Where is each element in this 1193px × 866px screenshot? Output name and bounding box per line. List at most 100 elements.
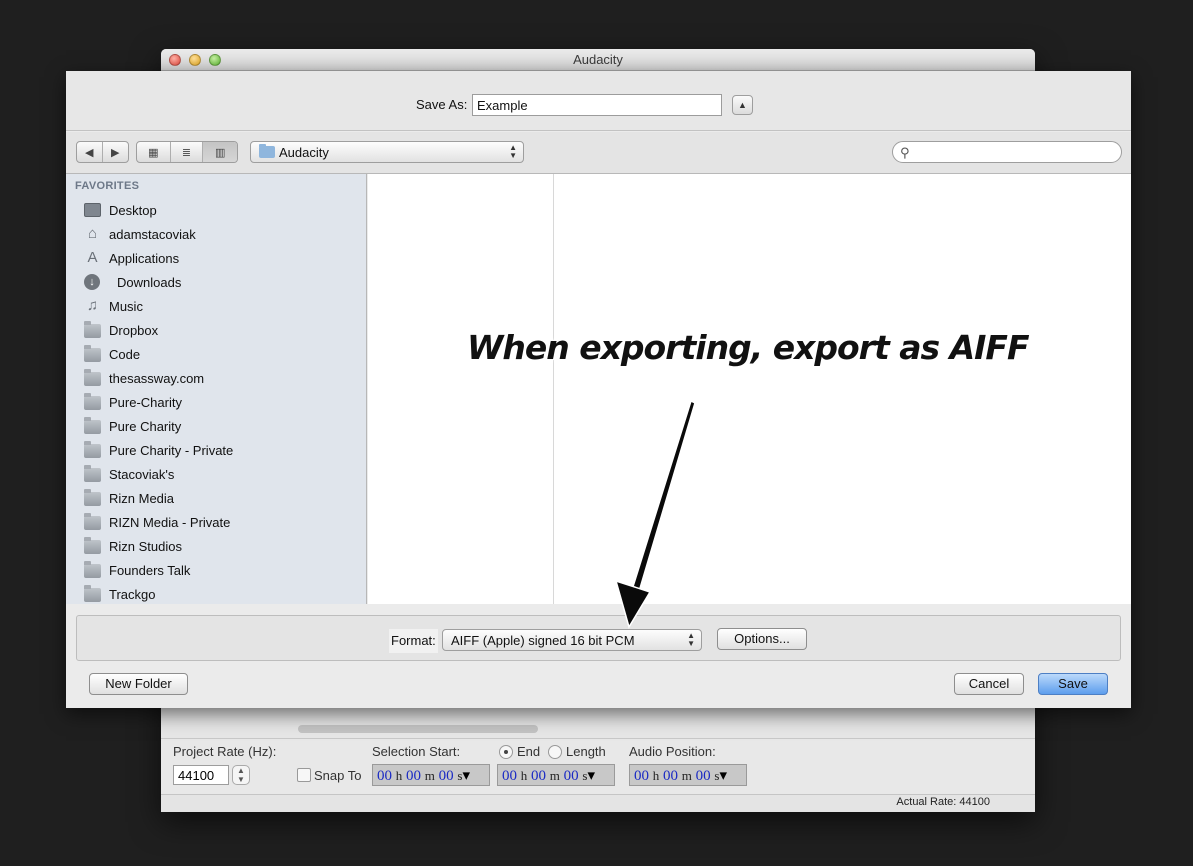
back-button[interactable]: ◀ <box>77 142 103 162</box>
search-field[interactable]: ⚲ <box>892 141 1122 163</box>
sidebar-item-label: Pure-Charity <box>109 394 182 410</box>
minimize-window-button[interactable] <box>189 54 201 66</box>
format-select[interactable]: AIFF (Apple) signed 16 bit PCM ▲ ▼ <box>442 629 702 651</box>
dialog-toolbar: ◀ ▶ ▦ ≣ ▥ Audacity ▲ ▼ ⚲ <box>66 132 1131 174</box>
folder-icon <box>84 585 101 602</box>
folder-icon <box>84 417 101 434</box>
view-mode-buttons: ▦ ≣ ▥ <box>136 141 238 163</box>
save-as-label: Save As: <box>416 97 468 112</box>
sidebar-item-trackgo[interactable]: Trackgo <box>66 582 366 604</box>
snap-to-label: Snap To <box>314 768 362 783</box>
annotation-arrow <box>614 399 696 629</box>
project-rate-stepper[interactable]: ▲ ▼ <box>232 765 250 785</box>
sidebar-item-desktop[interactable]: Desktop <box>66 198 366 222</box>
sidebar-item-label: Music <box>109 298 143 314</box>
home-icon: ⌂ <box>87 225 98 242</box>
new-folder-button[interactable]: New Folder <box>89 673 188 695</box>
sidebar-item-rizn-media[interactable]: Rizn Media <box>66 486 366 510</box>
chevron-right-icon: ▶ <box>111 146 120 159</box>
length-radio[interactable] <box>548 745 562 759</box>
options-button[interactable]: Options... <box>717 628 807 650</box>
desktop-icon <box>84 203 101 217</box>
sidebar-item-applications[interactable]: A Applications <box>66 246 366 270</box>
project-rate-label: Project Rate (Hz): <box>173 744 277 759</box>
columns-icon: ▥ <box>214 146 226 159</box>
save-as-input[interactable]: Example <box>472 94 722 116</box>
sidebar-item-downloads[interactable]: ↓ Downloads <box>66 270 366 294</box>
folder-icon <box>84 465 101 482</box>
column-view-button[interactable]: ▥ <box>203 142 237 162</box>
sidebar-item-rizn-studios[interactable]: Rizn Studios <box>66 534 366 558</box>
folder-icon <box>259 144 275 158</box>
annotation-text: When exporting, export as AIFF <box>467 328 1030 367</box>
sidebar-item-stacoviaks[interactable]: Stacoviak's <box>66 462 366 486</box>
horizontal-scrollbar[interactable] <box>298 725 538 733</box>
forward-button[interactable]: ▶ <box>103 142 128 162</box>
sidebar-item-label: thesassway.com <box>109 370 205 386</box>
audio-position-time[interactable]: 00 h 00 m 00 s▾ <box>629 764 747 786</box>
sidebar-item-dropbox[interactable]: Dropbox <box>66 318 366 342</box>
sidebar: FAVORITES Desktop ⌂ adamstacoviak A Applic… <box>66 174 367 604</box>
column-divider[interactable] <box>553 174 554 604</box>
folder-icon <box>84 537 101 554</box>
sidebar-item-founders-talk[interactable]: Founders Talk <box>66 558 366 582</box>
sidebar-item-label: Desktop <box>109 202 157 218</box>
save-button[interactable]: Save <box>1038 673 1108 695</box>
selection-end-time[interactable]: 00 h 00 m 00 s▾ <box>497 764 615 786</box>
sidebar-item-home[interactable]: ⌂ adamstacoviak <box>66 222 366 246</box>
folder-icon <box>84 489 101 506</box>
sidebar-item-label: Code <box>109 346 141 362</box>
save-as-bar: Save As: Example ▲ <box>66 71 1131 131</box>
project-rate-input[interactable]: 44100 <box>173 765 229 785</box>
sidebar-item-pure-charity[interactable]: Pure Charity <box>66 414 366 438</box>
selection-toolbar: Project Rate (Hz): 44100 ▲ ▼ Snap To Sele… <box>161 738 1035 794</box>
sidebar-item-label: Rizn Studios <box>109 538 182 554</box>
applications-icon: A <box>87 249 98 266</box>
chevron-up-icon: ▲ <box>738 100 747 110</box>
zoom-window-button[interactable] <box>209 54 221 66</box>
search-icon: ⚲ <box>900 145 910 160</box>
icon-view-button[interactable]: ▦ <box>137 142 171 162</box>
downloads-icon: ↓ <box>84 274 100 290</box>
cancel-button[interactable]: Cancel <box>954 673 1024 695</box>
folder-icon <box>84 321 101 338</box>
location-label: Audacity <box>279 145 329 160</box>
audio-position-label: Audio Position: <box>629 744 716 759</box>
updown-arrows-icon: ▲ ▼ <box>687 631 695 648</box>
format-label: Format: <box>389 629 438 653</box>
grid-icon: ▦ <box>148 146 159 159</box>
sidebar-item-label: Founders Talk <box>109 562 191 578</box>
chevron-left-icon: ◀ <box>85 146 94 159</box>
favorites-header: FAVORITES <box>75 180 140 192</box>
sidebar-item-pure-charity-private[interactable]: Pure Charity - Private <box>66 438 366 462</box>
sidebar-item-label: Downloads <box>117 274 182 290</box>
collapse-dialog-button[interactable]: ▲ <box>732 95 753 115</box>
sidebar-item-label: Trackgo <box>109 586 156 602</box>
status-bar: Actual Rate: 44100 <box>161 794 1035 812</box>
selection-start-time[interactable]: 00 h 00 m 00 s▾ <box>372 764 490 786</box>
sidebar-item-rizn-media-private[interactable]: RIZN Media - Private <box>66 510 366 534</box>
window-title: Audacity <box>573 52 623 67</box>
selection-start-label: Selection Start: <box>372 744 461 759</box>
sidebar-item-label: Dropbox <box>109 322 159 338</box>
sidebar-item-label: Stacoviak's <box>109 466 175 482</box>
length-label: Length <box>566 744 606 759</box>
back-forward-buttons: ◀ ▶ <box>76 141 129 163</box>
sidebar-item-label: RIZN Media - Private <box>109 514 231 530</box>
list-view-button[interactable]: ≣ <box>171 142 204 162</box>
folder-icon <box>84 441 101 458</box>
sidebar-item-code[interactable]: Code <box>66 342 366 366</box>
location-popup[interactable]: Audacity ▲ ▼ <box>250 141 524 163</box>
end-radio[interactable] <box>499 745 513 759</box>
sidebar-item-label: Applications <box>109 250 180 266</box>
sidebar-item-label: adamstacoviak <box>109 226 196 242</box>
folder-icon <box>84 393 101 410</box>
sidebar-item-thesassway[interactable]: thesassway.com <box>66 366 366 390</box>
track-area <box>161 708 1035 738</box>
close-window-button[interactable] <box>169 54 181 66</box>
folder-icon <box>84 513 101 530</box>
snap-to-checkbox[interactable] <box>297 768 311 782</box>
file-browser[interactable] <box>368 174 1131 604</box>
sidebar-item-music[interactable]: ♫ Music <box>66 294 366 318</box>
sidebar-item-pure-charity-dash[interactable]: Pure-Charity <box>66 390 366 414</box>
